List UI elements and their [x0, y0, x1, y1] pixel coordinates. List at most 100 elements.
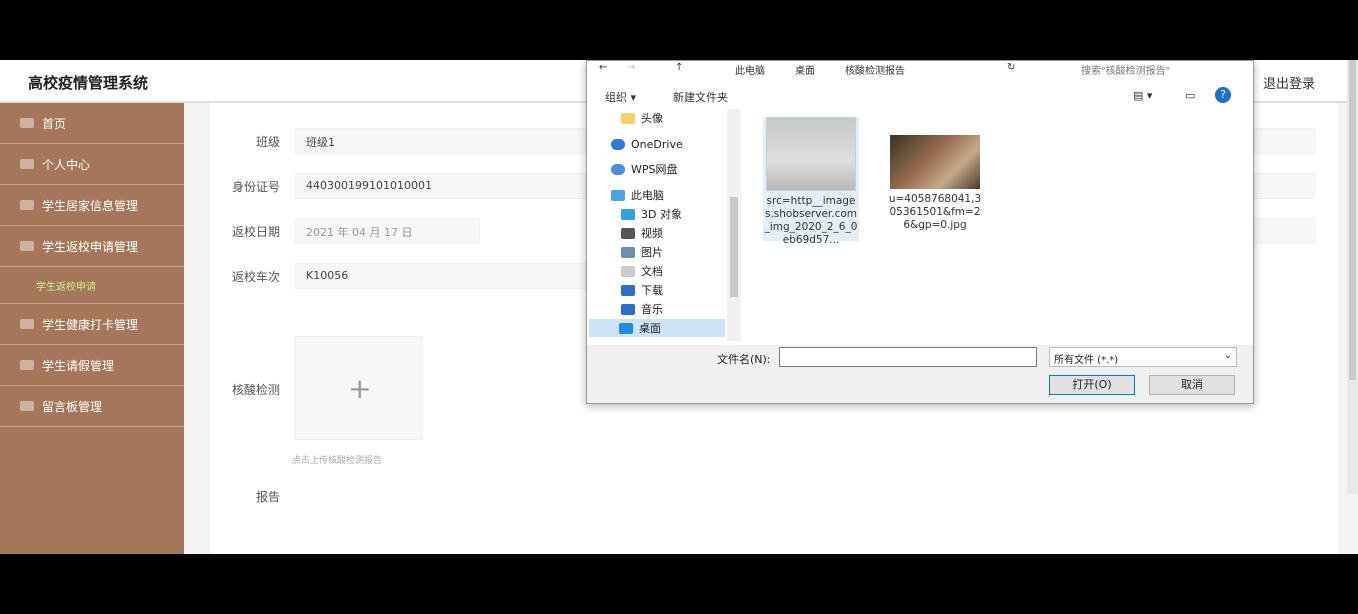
class-label: 班级: [255, 135, 280, 149]
desktop-icon: [619, 322, 633, 334]
nav-item-desktop[interactable]: 桌面: [589, 319, 725, 337]
nav-item-wps[interactable]: WPS网盘: [611, 160, 678, 178]
sidebar-item-message-board[interactable]: 留言板管理: [0, 386, 184, 427]
nav-item-label: 音乐: [641, 303, 663, 316]
breadcrumb-folder[interactable]: 核酸检测报告: [845, 62, 905, 77]
nav-item-label: 下载: [641, 284, 663, 297]
cancel-button[interactable]: 取消: [1149, 375, 1235, 395]
sidebar-item-home-info[interactable]: 学生居家信息管理: [0, 185, 184, 226]
forward-icon[interactable]: →: [627, 62, 635, 73]
sidebar-item-health-checkin[interactable]: 学生健康打卡管理: [0, 304, 184, 345]
sidebar-item-label: 学生请假管理: [42, 358, 115, 373]
back-icon[interactable]: ←: [599, 62, 607, 73]
nav-scrollbar-thumb[interactable]: [730, 197, 738, 297]
sidebar: 首页 个人中心 学生居家信息管理 学生返校申请管理 学生返校申请 学生健康打卡管…: [0, 103, 184, 554]
file-open-dialog: ← → ↑ 此电脑 桌面 核酸检测报告 ↻ 搜索"核酸检测报告" 组织 ▾ 新建…: [586, 60, 1254, 404]
nav-item-documents[interactable]: 文档: [621, 262, 663, 280]
cloud-icon: [611, 138, 625, 150]
sidebar-subitem-return-application[interactable]: 学生返校申请: [0, 267, 184, 304]
breadcrumb-desktop[interactable]: 桌面: [795, 62, 815, 77]
nav-item-3d[interactable]: 3D 对象: [621, 205, 682, 223]
file-item[interactable]: u=4058768041,305361501&fm=26&gp=0.jpg: [887, 135, 983, 232]
download-icon: [621, 284, 635, 296]
music-icon: [621, 303, 635, 315]
scrollbar-thumb[interactable]: [1349, 60, 1356, 380]
search-box[interactable]: 搜索"核酸检测报告": [1081, 62, 1170, 77]
document-icon: [621, 265, 635, 277]
menu-icon: [20, 319, 34, 329]
filetype-value: 所有文件 (*.*): [1054, 355, 1119, 366]
open-button[interactable]: 打开(O): [1049, 375, 1135, 395]
help-icon[interactable]: ?: [1215, 87, 1231, 103]
nav-item-label: 3D 对象: [641, 208, 682, 221]
file-item[interactable]: src=http__images.shobserver.com_img_2020…: [763, 117, 859, 246]
view-icon[interactable]: ▤ ▾: [1133, 89, 1152, 102]
test-label: 核酸检测: [231, 383, 280, 397]
preview-pane-icon[interactable]: ▭: [1185, 89, 1195, 102]
nav-scrollbar[interactable]: [727, 109, 741, 341]
nav-item-label: OneDrive: [631, 137, 683, 151]
nav-item-label: 此电脑: [631, 189, 664, 202]
address-bar: ← → ↑ 此电脑 桌面 核酸检测报告 ↻ 搜索"核酸检测报告": [587, 61, 1253, 79]
upload-box[interactable]: +: [295, 336, 423, 440]
cube-icon: [621, 208, 635, 220]
nav-item-videos[interactable]: 视频: [621, 224, 663, 242]
breadcrumb-this-pc[interactable]: 此电脑: [735, 62, 765, 77]
new-folder-button[interactable]: 新建文件夹: [673, 89, 728, 105]
file-thumbnail: [890, 135, 980, 189]
plus-icon: +: [348, 372, 372, 405]
sidebar-item-label: 个人中心: [42, 157, 91, 172]
nav-item-label: 图片: [641, 246, 663, 259]
nav-item-pictures[interactable]: 图片: [621, 243, 663, 261]
file-name: u=4058768041,305361501&fm=26&gp=0.jpg: [888, 193, 982, 231]
video-icon: [621, 227, 635, 239]
home-icon: [20, 118, 34, 128]
train-field[interactable]: K10056: [295, 263, 595, 289]
nav-item-label: WPS网盘: [631, 163, 678, 176]
menu-icon: [20, 360, 34, 370]
nav-item-music[interactable]: 音乐: [621, 300, 663, 318]
nav-item-label: 桌面: [639, 322, 661, 335]
nav-item-onedrive[interactable]: OneDrive: [611, 135, 683, 153]
menu-icon: [20, 241, 34, 251]
cloud-icon: [611, 163, 625, 175]
nav-item-label: 文档: [641, 265, 663, 278]
nav-item-downloads[interactable]: 下载: [621, 281, 663, 299]
id-label: 身份证号: [231, 180, 280, 194]
menu-icon: [20, 401, 34, 411]
filetype-select[interactable]: 所有文件 (*.*) ⌄: [1049, 347, 1237, 367]
sidebar-item-label: 学生返校申请管理: [42, 239, 139, 254]
logout-link[interactable]: 退出登录: [1263, 73, 1315, 92]
sidebar-item-profile[interactable]: 个人中心: [0, 144, 184, 185]
date-picker[interactable]: 2021 年 04 月 17 日: [295, 218, 480, 244]
app-title: 高校疫情管理系统: [28, 74, 149, 92]
dialog-toolbar: 组织 ▾ 新建文件夹 ▤ ▾ ▭ ?: [587, 85, 1253, 107]
refresh-icon[interactable]: ↻: [1007, 62, 1015, 73]
filename-label: 文件名(N):: [717, 353, 771, 366]
file-name: src=http__images.shobserver.com_img_2020…: [764, 195, 858, 246]
navigation-pane: 头像 OneDrive WPS网盘 此电脑 3D 对象 视频 图片 文档 下载 …: [587, 109, 741, 341]
filename-input[interactable]: [779, 347, 1037, 367]
file-list: src=http__images.shobserver.com_img_2020…: [747, 109, 1251, 341]
train-label: 返校车次: [231, 270, 280, 284]
sidebar-item-label: 首页: [42, 116, 67, 131]
chevron-down-icon: ⌄: [1223, 350, 1232, 361]
file-thumbnail: [766, 117, 856, 191]
sidebar-item-label: 留言板管理: [42, 399, 103, 414]
sidebar-item-leave[interactable]: 学生请假管理: [0, 345, 184, 386]
nav-item-avatar[interactable]: 头像: [621, 109, 663, 127]
nav-item-label: 头像: [641, 112, 663, 125]
organize-button[interactable]: 组织 ▾: [605, 89, 636, 105]
folder-icon: [621, 112, 635, 124]
page-scrollbar[interactable]: [1347, 60, 1358, 494]
computer-icon: [611, 189, 625, 201]
report-label: 报告: [255, 490, 280, 504]
nav-item-label: 视频: [641, 227, 663, 240]
up-icon[interactable]: ↑: [675, 62, 683, 73]
sidebar-item-home[interactable]: 首页: [0, 103, 184, 144]
menu-icon: [20, 200, 34, 210]
dialog-footer: 文件名(N): 所有文件 (*.*) ⌄ 打开(O) 取消: [587, 345, 1253, 403]
sidebar-item-return-management[interactable]: 学生返校申请管理: [0, 226, 184, 267]
sidebar-item-label: 学生居家信息管理: [42, 198, 139, 213]
nav-item-this-pc[interactable]: 此电脑: [611, 186, 664, 204]
